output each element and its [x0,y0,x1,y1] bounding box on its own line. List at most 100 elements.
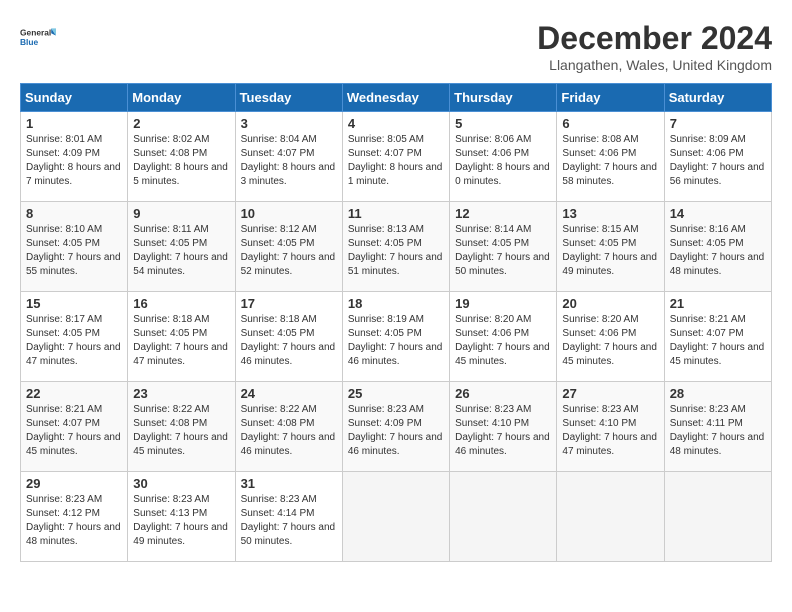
day-info: Sunrise: 8:23 AM Sunset: 4:11 PM Dayligh… [670,403,766,459]
day-info: Sunrise: 8:23 AM Sunset: 4:14 PM Dayligh… [241,493,337,549]
calendar-cell: 28 Sunrise: 8:23 AM Sunset: 4:11 PM Dayl… [664,382,771,472]
month-title: December 2024 [537,20,772,57]
day-number: 8 [26,206,122,221]
day-number: 27 [562,386,658,401]
weekday-header-tuesday: Tuesday [235,84,342,112]
calendar-cell [557,472,664,562]
title-block: December 2024 Llangathen, Wales, United … [537,20,772,73]
day-number: 6 [562,116,658,131]
day-info: Sunrise: 8:04 AM Sunset: 4:07 PM Dayligh… [241,133,337,189]
day-number: 15 [26,296,122,311]
calendar-cell: 26 Sunrise: 8:23 AM Sunset: 4:10 PM Dayl… [450,382,557,472]
calendar-cell: 4 Sunrise: 8:05 AM Sunset: 4:07 PM Dayli… [342,112,449,202]
day-info: Sunrise: 8:23 AM Sunset: 4:10 PM Dayligh… [455,403,551,459]
calendar-cell: 25 Sunrise: 8:23 AM Sunset: 4:09 PM Dayl… [342,382,449,472]
day-number: 28 [670,386,766,401]
calendar-cell: 13 Sunrise: 8:15 AM Sunset: 4:05 PM Dayl… [557,202,664,292]
day-number: 7 [670,116,766,131]
day-number: 31 [241,476,337,491]
day-info: Sunrise: 8:21 AM Sunset: 4:07 PM Dayligh… [670,313,766,369]
day-number: 21 [670,296,766,311]
day-number: 2 [133,116,229,131]
day-number: 25 [348,386,444,401]
day-number: 11 [348,206,444,221]
day-number: 12 [455,206,551,221]
day-info: Sunrise: 8:11 AM Sunset: 4:05 PM Dayligh… [133,223,229,279]
day-info: Sunrise: 8:18 AM Sunset: 4:05 PM Dayligh… [133,313,229,369]
calendar-cell: 24 Sunrise: 8:22 AM Sunset: 4:08 PM Dayl… [235,382,342,472]
day-info: Sunrise: 8:20 AM Sunset: 4:06 PM Dayligh… [455,313,551,369]
day-number: 22 [26,386,122,401]
calendar-cell: 7 Sunrise: 8:09 AM Sunset: 4:06 PM Dayli… [664,112,771,202]
day-info: Sunrise: 8:18 AM Sunset: 4:05 PM Dayligh… [241,313,337,369]
day-number: 3 [241,116,337,131]
calendar-cell: 14 Sunrise: 8:16 AM Sunset: 4:05 PM Dayl… [664,202,771,292]
day-number: 4 [348,116,444,131]
calendar-cell: 19 Sunrise: 8:20 AM Sunset: 4:06 PM Dayl… [450,292,557,382]
day-info: Sunrise: 8:19 AM Sunset: 4:05 PM Dayligh… [348,313,444,369]
logo-icon: General Blue [20,20,56,56]
day-info: Sunrise: 8:20 AM Sunset: 4:06 PM Dayligh… [562,313,658,369]
svg-text:General: General [20,28,51,38]
calendar-cell: 8 Sunrise: 8:10 AM Sunset: 4:05 PM Dayli… [21,202,128,292]
calendar-cell: 18 Sunrise: 8:19 AM Sunset: 4:05 PM Dayl… [342,292,449,382]
day-number: 5 [455,116,551,131]
day-info: Sunrise: 8:14 AM Sunset: 4:05 PM Dayligh… [455,223,551,279]
calendar-cell: 21 Sunrise: 8:21 AM Sunset: 4:07 PM Dayl… [664,292,771,382]
day-number: 18 [348,296,444,311]
day-info: Sunrise: 8:05 AM Sunset: 4:07 PM Dayligh… [348,133,444,189]
day-info: Sunrise: 8:01 AM Sunset: 4:09 PM Dayligh… [26,133,122,189]
weekday-header-saturday: Saturday [664,84,771,112]
day-number: 19 [455,296,551,311]
day-number: 1 [26,116,122,131]
calendar-cell: 9 Sunrise: 8:11 AM Sunset: 4:05 PM Dayli… [128,202,235,292]
day-number: 30 [133,476,229,491]
calendar-cell: 31 Sunrise: 8:23 AM Sunset: 4:14 PM Dayl… [235,472,342,562]
calendar-week-1: 1 Sunrise: 8:01 AM Sunset: 4:09 PM Dayli… [21,112,772,202]
calendar-cell: 22 Sunrise: 8:21 AM Sunset: 4:07 PM Dayl… [21,382,128,472]
calendar-cell: 23 Sunrise: 8:22 AM Sunset: 4:08 PM Dayl… [128,382,235,472]
day-number: 20 [562,296,658,311]
calendar-cell: 11 Sunrise: 8:13 AM Sunset: 4:05 PM Dayl… [342,202,449,292]
day-number: 13 [562,206,658,221]
calendar-cell: 15 Sunrise: 8:17 AM Sunset: 4:05 PM Dayl… [21,292,128,382]
day-info: Sunrise: 8:23 AM Sunset: 4:12 PM Dayligh… [26,493,122,549]
day-info: Sunrise: 8:21 AM Sunset: 4:07 PM Dayligh… [26,403,122,459]
calendar-cell: 30 Sunrise: 8:23 AM Sunset: 4:13 PM Dayl… [128,472,235,562]
weekday-header-friday: Friday [557,84,664,112]
calendar-cell [342,472,449,562]
weekday-header-sunday: Sunday [21,84,128,112]
calendar-cell: 20 Sunrise: 8:20 AM Sunset: 4:06 PM Dayl… [557,292,664,382]
calendar-cell: 27 Sunrise: 8:23 AM Sunset: 4:10 PM Dayl… [557,382,664,472]
weekday-header-monday: Monday [128,84,235,112]
calendar-cell [450,472,557,562]
day-info: Sunrise: 8:22 AM Sunset: 4:08 PM Dayligh… [133,403,229,459]
calendar-cell: 16 Sunrise: 8:18 AM Sunset: 4:05 PM Dayl… [128,292,235,382]
calendar-week-3: 15 Sunrise: 8:17 AM Sunset: 4:05 PM Dayl… [21,292,772,382]
day-info: Sunrise: 8:23 AM Sunset: 4:13 PM Dayligh… [133,493,229,549]
day-number: 23 [133,386,229,401]
calendar-cell: 2 Sunrise: 8:02 AM Sunset: 4:08 PM Dayli… [128,112,235,202]
calendar-table: SundayMondayTuesdayWednesdayThursdayFrid… [20,83,772,562]
day-info: Sunrise: 8:06 AM Sunset: 4:06 PM Dayligh… [455,133,551,189]
day-info: Sunrise: 8:16 AM Sunset: 4:05 PM Dayligh… [670,223,766,279]
day-info: Sunrise: 8:23 AM Sunset: 4:09 PM Dayligh… [348,403,444,459]
day-number: 17 [241,296,337,311]
calendar-cell: 17 Sunrise: 8:18 AM Sunset: 4:05 PM Dayl… [235,292,342,382]
calendar-cell [664,472,771,562]
page-header: General Blue December 2024 Llangathen, W… [20,20,772,73]
day-info: Sunrise: 8:15 AM Sunset: 4:05 PM Dayligh… [562,223,658,279]
logo: General Blue [20,20,56,56]
calendar-cell: 29 Sunrise: 8:23 AM Sunset: 4:12 PM Dayl… [21,472,128,562]
day-info: Sunrise: 8:09 AM Sunset: 4:06 PM Dayligh… [670,133,766,189]
day-info: Sunrise: 8:02 AM Sunset: 4:08 PM Dayligh… [133,133,229,189]
day-info: Sunrise: 8:10 AM Sunset: 4:05 PM Dayligh… [26,223,122,279]
weekday-header-wednesday: Wednesday [342,84,449,112]
day-number: 10 [241,206,337,221]
day-number: 16 [133,296,229,311]
calendar-week-2: 8 Sunrise: 8:10 AM Sunset: 4:05 PM Dayli… [21,202,772,292]
day-number: 14 [670,206,766,221]
day-number: 24 [241,386,337,401]
day-number: 26 [455,386,551,401]
weekday-header-thursday: Thursday [450,84,557,112]
